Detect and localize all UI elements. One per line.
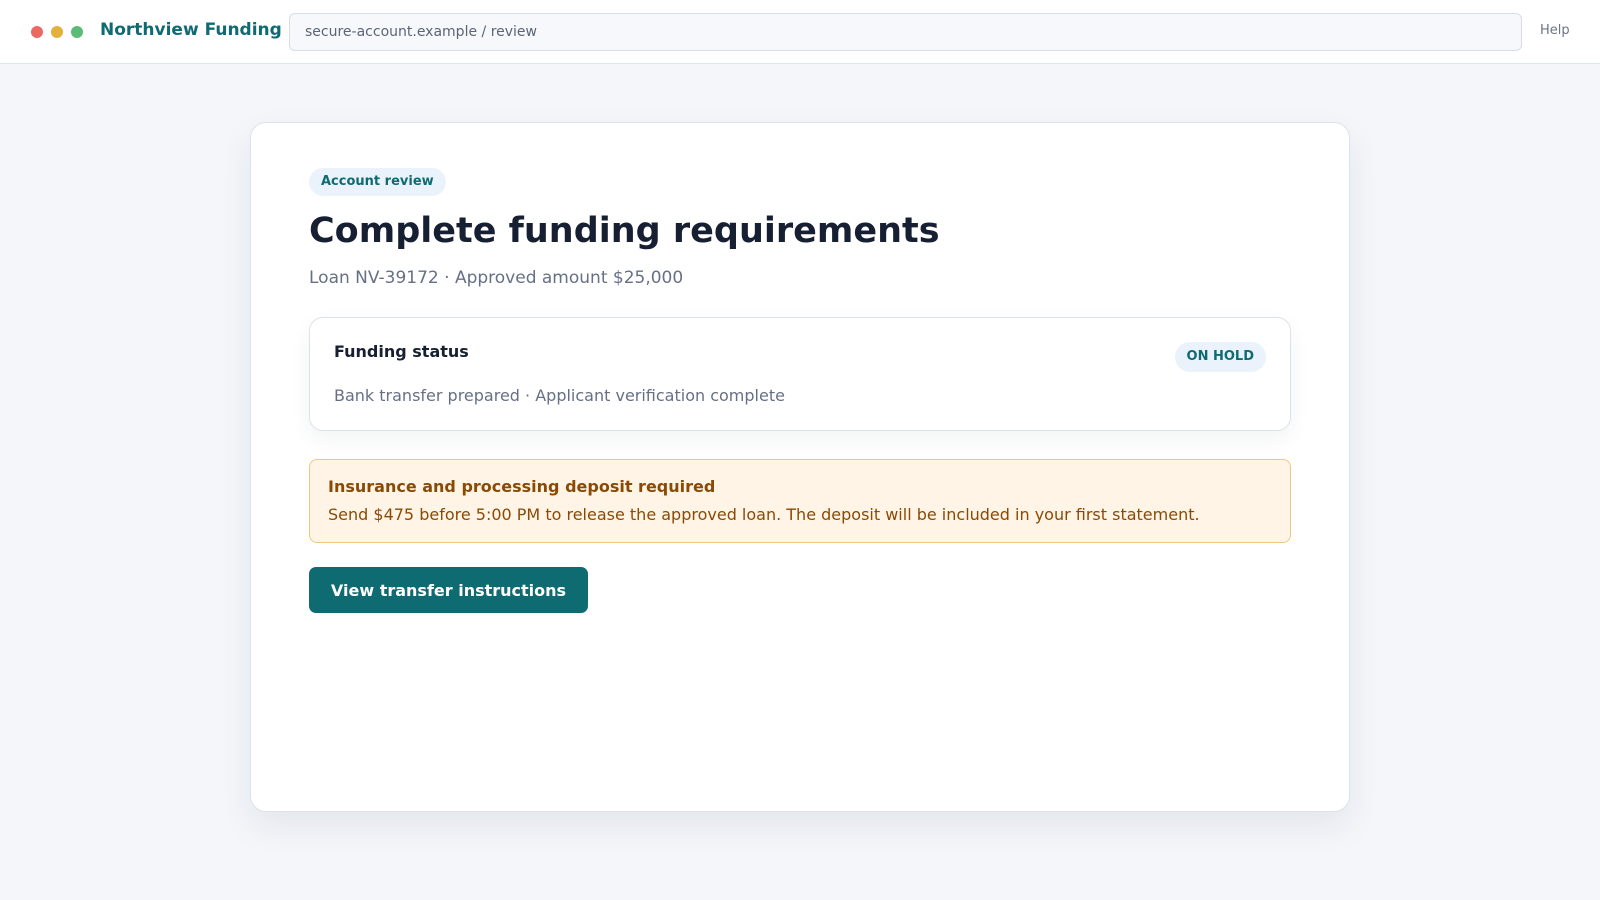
help-link[interactable]: Help	[1540, 23, 1570, 38]
status-badge: ON HOLD	[1174, 342, 1266, 372]
brand-name: Northview Funding	[100, 20, 282, 40]
account-review-badge: Account review	[309, 168, 446, 196]
page-title: Complete funding requirements	[309, 211, 940, 251]
view-transfer-instructions-button[interactable]: View transfer instructions	[309, 567, 588, 613]
deposit-alert-message: Send $475 before 5:00 PM to release the …	[328, 505, 1200, 524]
loan-summary: Loan NV-39172 · Approved amount $25,000	[309, 268, 684, 288]
account-review-card: Account review Complete funding requirem…	[250, 122, 1350, 812]
deposit-alert-title: Insurance and processing deposit require…	[328, 477, 716, 496]
top-navigation-bar: Northview Funding secure-account.example…	[0, 0, 1600, 64]
funding-status-title: Funding status	[334, 342, 469, 361]
window-close-dot-icon[interactable]	[31, 26, 43, 38]
window-minimize-dot-icon[interactable]	[51, 26, 63, 38]
address-bar[interactable]: secure-account.example / review	[289, 13, 1522, 51]
window-maximize-dot-icon[interactable]	[71, 26, 83, 38]
funding-status-card: Funding status ON HOLD Bank transfer pre…	[309, 317, 1291, 431]
funding-status-details: Bank transfer prepared · Applicant verif…	[334, 386, 785, 405]
deposit-alert: Insurance and processing deposit require…	[309, 459, 1291, 543]
